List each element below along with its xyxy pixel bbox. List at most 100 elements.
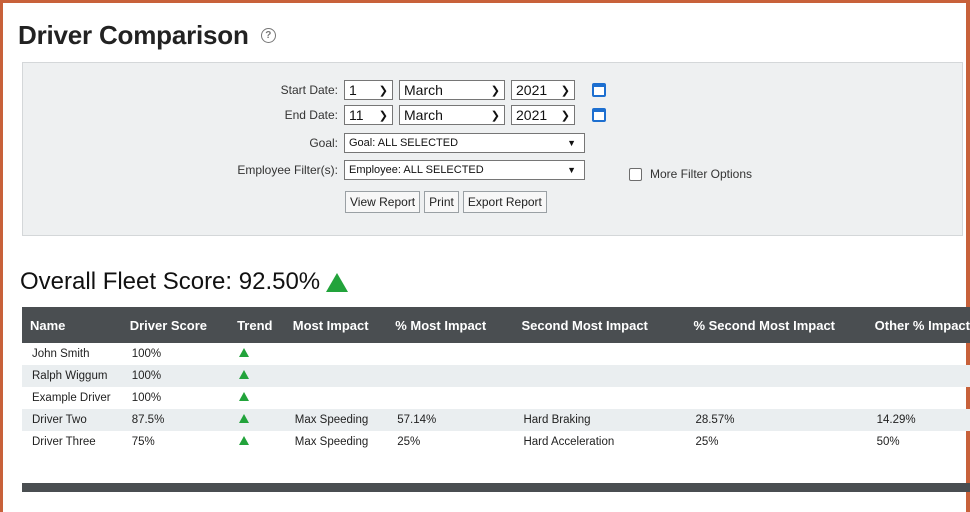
end-month-value: March	[404, 107, 443, 123]
other-impact: 50%	[876, 436, 900, 448]
driver-name[interactable]: Driver Two	[22, 409, 122, 431]
column-header-most-impact[interactable]: Most Impact	[284, 307, 388, 343]
table-row: Example Driver 100%	[22, 387, 970, 409]
report-actions: View Report Print Export Report	[345, 190, 551, 214]
table-row: Driver Two 87.5% Max Speeding 57.14% Har…	[22, 409, 970, 431]
trend-cell	[229, 387, 285, 409]
driver-name[interactable]: Ralph Wiggum	[22, 365, 122, 387]
calendar-icon[interactable]	[592, 108, 606, 122]
driver-score: 75%	[131, 436, 155, 448]
column-header-name[interactable]: Name	[22, 307, 122, 343]
trend-up-icon	[239, 392, 250, 401]
pct-most-impact	[387, 343, 513, 365]
pct-most-impact	[387, 387, 513, 409]
goal-select[interactable]: Goal: ALL SELECTED ▼	[344, 133, 585, 153]
employee-filter-value: Employee: ALL SELECTED	[349, 164, 484, 176]
second-most-impact	[513, 387, 685, 409]
start-month-value: March	[404, 82, 443, 98]
goal-value: Goal: ALL SELECTED	[349, 137, 459, 149]
table-header-row: Name Driver Score Trend Most Impact % Mo…	[22, 307, 970, 343]
employee-filter-select[interactable]: Employee: ALL SELECTED ▼	[344, 160, 585, 180]
view-report-button[interactable]: View Report	[345, 191, 421, 213]
table-row: Driver Three 75% Max Speeding 25% Hard A…	[22, 431, 970, 453]
end-day-select[interactable]: 11 ❯	[344, 105, 393, 125]
print-button[interactable]: Print	[424, 191, 459, 213]
help-icon[interactable]: ?	[260, 28, 276, 43]
chevron-down-icon: ❯	[560, 109, 570, 122]
more-filter-options[interactable]: More Filter Options	[629, 164, 752, 184]
column-header-other-impact[interactable]: Other % Impact	[866, 307, 970, 343]
trend-up-icon	[239, 348, 250, 357]
driver-score: 100%	[121, 365, 230, 387]
trend-cell	[229, 431, 285, 453]
end-year-value: 2021	[516, 107, 548, 123]
fleet-score-label: Overall Fleet Score: 92.50%	[20, 268, 321, 295]
column-header-trend[interactable]: Trend	[229, 307, 285, 343]
other-impact	[867, 387, 970, 409]
most-impact	[284, 365, 388, 387]
dropdown-arrow-icon: ▼	[567, 138, 576, 148]
driver-name[interactable]: John Smith	[22, 343, 122, 365]
most-impact: Max Speeding	[284, 409, 388, 431]
most-impact: Max Speeding	[294, 436, 369, 448]
table-row: Ralph Wiggum 100%	[22, 365, 970, 387]
pct-most-impact	[387, 365, 514, 387]
trend-cell	[229, 409, 285, 431]
driver-name[interactable]: Driver Three	[22, 431, 122, 453]
filter-panel: Start Date: 1 ❯ March ❯ 2021 ❯ End Date: 11…	[22, 62, 963, 236]
goal-label: Goal:	[309, 136, 338, 150]
start-month-select[interactable]: March ❯	[399, 80, 505, 100]
employee-filter-label: Employee Filter(s):	[237, 163, 338, 177]
pct-most-impact: 57.14%	[387, 409, 514, 431]
export-report-button[interactable]: Export Report	[462, 191, 547, 213]
start-year-select[interactable]: 2021 ❯	[511, 80, 575, 100]
most-impact	[285, 387, 387, 409]
column-header-pct-second-most-impact[interactable]: % Second Most Impact	[685, 307, 867, 343]
table-footer-bar	[22, 483, 970, 492]
trend-up-icon	[239, 436, 250, 445]
page-title-heading: Driver Comparison ?	[18, 20, 276, 51]
employee-filter-row: Employee Filter(s): Employee: ALL SELECT…	[23, 160, 585, 180]
second-most-impact	[513, 343, 685, 365]
start-date-row: Start Date: 1 ❯ March ❯ 2021 ❯	[23, 80, 606, 100]
start-year-value: 2021	[516, 82, 548, 98]
column-header-driver-score[interactable]: Driver Score	[121, 307, 230, 343]
end-year-select[interactable]: 2021 ❯	[511, 105, 575, 125]
more-filter-options-checkbox[interactable]	[629, 167, 642, 181]
driver-score: 100%	[131, 348, 162, 360]
column-header-pct-most-impact[interactable]: % Most Impact	[387, 307, 514, 343]
fleet-score-heading: Overall Fleet Score: 92.50%	[20, 268, 349, 296]
chevron-down-icon: ❯	[378, 109, 388, 122]
more-filter-options-label[interactable]: More Filter Options	[650, 167, 752, 181]
second-most-impact: Hard Braking	[513, 409, 686, 431]
dropdown-arrow-icon: ▼	[567, 165, 576, 175]
driver-comparison-table: Name Driver Score Trend Most Impact % Mo…	[22, 307, 970, 453]
chevron-down-icon: ❯	[490, 109, 500, 122]
end-day-value: 11	[349, 107, 364, 123]
pct-second-most-impact	[685, 365, 867, 387]
other-impact	[866, 365, 970, 387]
chevron-down-icon: ❯	[490, 84, 500, 97]
other-impact	[867, 343, 970, 365]
most-impact	[285, 343, 387, 365]
trend-up-icon	[326, 272, 349, 292]
table-row: John Smith 100%	[22, 343, 970, 365]
driver-score: 100%	[131, 392, 162, 404]
start-day-select[interactable]: 1 ❯	[344, 80, 393, 100]
goal-row: Goal: Goal: ALL SELECTED ▼	[23, 133, 585, 153]
end-month-select[interactable]: March ❯	[399, 105, 505, 125]
trend-up-icon	[239, 370, 250, 379]
chevron-down-icon: ❯	[560, 84, 570, 97]
other-impact: 14.29%	[866, 409, 970, 431]
pct-second-most-impact	[685, 387, 866, 409]
pct-most-impact: 25%	[397, 436, 421, 448]
column-header-second-most-impact[interactable]: Second Most Impact	[513, 307, 686, 343]
end-date-row: End Date: 11 ❯ March ❯ 2021 ❯	[23, 105, 606, 125]
start-day-value: 1	[349, 82, 357, 98]
trend-cell	[229, 365, 285, 387]
calendar-icon[interactable]	[592, 83, 606, 97]
pct-second-most-impact: 25%	[695, 436, 719, 448]
page-title: Driver Comparison	[18, 20, 249, 50]
pct-second-most-impact: 28.57%	[685, 409, 867, 431]
driver-name[interactable]: Example Driver	[22, 387, 122, 409]
